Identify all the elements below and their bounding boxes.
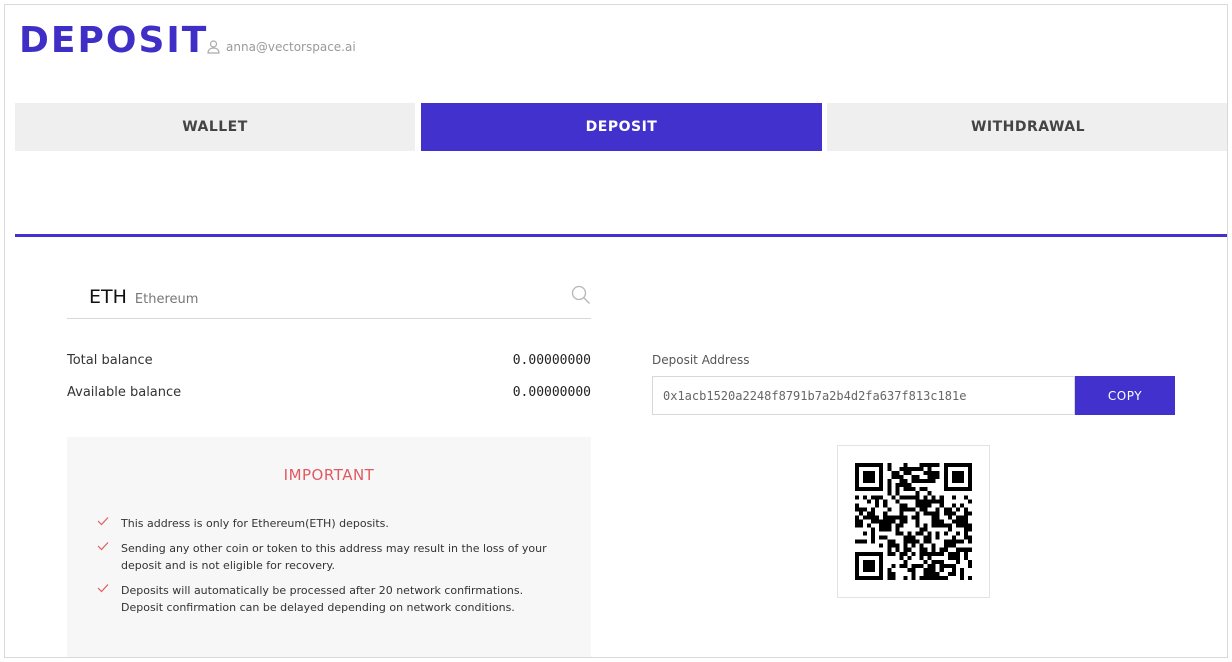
total-balance-value: 0.00000000 [512,353,591,368]
tab-withdrawal[interactable]: WITHDRAWAL [827,103,1227,151]
search-icon[interactable] [571,285,591,305]
important-item: Deposits will automatically be processed… [97,582,557,616]
total-balance-label: Total balance [67,353,153,368]
tab-deposit[interactable]: DEPOSIT [421,103,822,151]
important-item-text: This address is only for Ethereum(ETH) d… [121,517,389,530]
coin-selector[interactable]: ETH Ethereum [67,275,591,319]
copy-button[interactable]: COPY [1075,376,1175,415]
check-icon [97,584,109,593]
check-icon [97,517,109,526]
qr-code-frame [837,445,990,598]
coin-name: Ethereum [134,292,199,307]
check-icon [97,542,109,551]
user-icon [207,40,220,54]
important-item-text: Deposits will automatically be processed… [121,584,524,614]
important-item-text: Sending any other coin or token to this … [121,542,547,572]
important-item: Sending any other coin or token to this … [97,540,557,574]
tab-wallet[interactable]: WALLET [15,103,415,151]
important-title: IMPORTANT [283,466,375,484]
important-item: This address is only for Ethereum(ETH) d… [97,515,557,532]
user-info: anna@vectorspace.ai [207,40,356,54]
important-list: This address is only for Ethereum(ETH) d… [97,515,557,624]
tab-bar: WALLET DEPOSIT WITHDRAWAL [15,103,1227,151]
important-notice: IMPORTANT This address is only for Ether… [67,437,591,657]
deposit-address-field[interactable]: 0x1acb1520a2248f8791b7a2b4d2fa637f813c18… [652,376,1075,415]
deposit-address-label: Deposit Address [652,353,750,367]
section-divider [15,234,1227,237]
coin-symbol: ETH [89,286,127,308]
user-email: anna@vectorspace.ai [226,40,356,54]
qr-code [855,463,972,580]
available-balance-label: Available balance [67,385,182,400]
total-balance-row: Total balance 0.00000000 [67,353,591,368]
available-balance-value: 0.00000000 [512,385,591,400]
available-balance-row: Available balance 0.00000000 [67,385,591,400]
page-title: DEPOSIT [19,20,209,61]
deposit-page: DEPOSIT anna@vectorspace.ai WALLET DEPOS… [4,4,1228,658]
